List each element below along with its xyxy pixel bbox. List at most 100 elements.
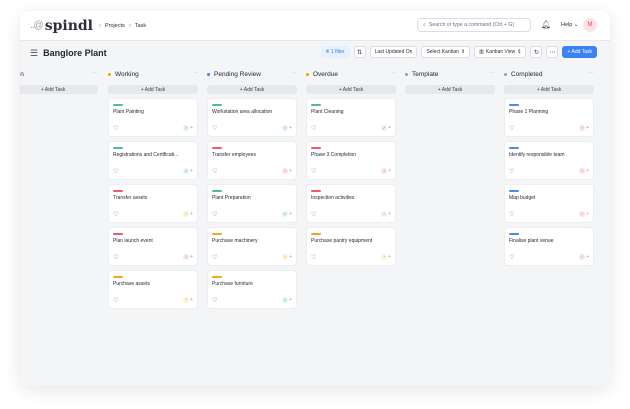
column-more-icon[interactable]: ⋯ (193, 70, 198, 76)
avatar[interactable]: M (583, 18, 597, 32)
sort-order-button[interactable]: ⇅ (353, 46, 366, 58)
add-assignee-icon[interactable]: + (388, 168, 391, 174)
task-card[interactable]: Plant Cleaning ♡ ✓ + (306, 98, 396, 137)
task-title: Plan launch event (113, 237, 153, 244)
add-assignee-icon[interactable]: + (190, 297, 193, 303)
add-assignee-icon[interactable]: + (388, 211, 391, 217)
column-add-task-button[interactable]: + Add Task (108, 85, 198, 94)
task-card[interactable]: Workstation area allocation ♡ ✓ + (207, 98, 297, 137)
add-assignee-icon[interactable]: + (190, 254, 193, 260)
add-assignee-icon[interactable]: + (289, 254, 292, 260)
heart-icon[interactable]: ♡ (311, 168, 316, 175)
add-assignee-icon[interactable]: + (289, 125, 292, 131)
add-assignee-icon[interactable]: + (190, 211, 193, 217)
task-card[interactable]: Phase 3 Completion ♡! + (306, 141, 396, 180)
heart-icon[interactable]: ♡ (212, 254, 217, 261)
status-dot-icon (108, 72, 111, 76)
task-card[interactable]: Registrations and Certificati... ♡ ✓ + (108, 141, 198, 180)
task-status: ✓ + (183, 125, 193, 131)
task-card[interactable]: Transfer employees ♡! + (207, 141, 297, 180)
task-card[interactable]: Purchase pantry equipment ♡ ◔ + (306, 227, 396, 266)
status-badge-icon: ○ (381, 211, 388, 217)
select-kanban-dropdown[interactable]: Select Kanban ⇕ (421, 46, 471, 58)
task-status: ◔ + (282, 254, 292, 260)
task-card[interactable]: Identify responsible team ♡! + (504, 141, 594, 180)
heart-icon[interactable]: ♡ (113, 168, 118, 175)
heart-icon[interactable]: ♡ (212, 125, 217, 132)
column-more-icon[interactable]: ⋯ (292, 70, 297, 76)
more-button[interactable]: ⋯ (546, 46, 559, 58)
add-assignee-icon[interactable]: + (388, 254, 391, 260)
heart-icon[interactable]: ♡ (212, 297, 217, 304)
status-badge-icon: ✓ (282, 125, 289, 131)
heart-icon[interactable]: ♡ (212, 168, 217, 175)
task-card[interactable]: Purchase machinery ♡ ◔ + (207, 227, 297, 266)
filter-icon: ⩸ (325, 49, 329, 55)
add-assignee-icon[interactable]: + (190, 125, 193, 131)
heart-icon[interactable]: ♡ (113, 125, 118, 132)
add-assignee-icon[interactable]: + (388, 125, 391, 131)
add-task-button[interactable]: + Add Task (562, 46, 597, 58)
heart-icon[interactable]: ♡ (509, 211, 514, 218)
add-assignee-icon[interactable]: + (586, 211, 589, 217)
heart-icon[interactable]: ♡ (212, 211, 217, 218)
heart-icon[interactable]: ♡ (509, 125, 514, 132)
add-assignee-icon[interactable]: + (289, 297, 292, 303)
column-add-task-button[interactable]: + Add Task (207, 85, 297, 94)
refresh-button[interactable]: ↻ (530, 46, 543, 58)
add-assignee-icon[interactable]: + (190, 168, 193, 174)
heart-icon[interactable]: ♡ (311, 211, 316, 218)
task-card[interactable]: Plant Preparation ♡ ✓ + (207, 184, 297, 223)
breadcrumb-projects[interactable]: Projects (105, 23, 125, 29)
heart-icon[interactable]: ♡ (509, 254, 514, 261)
column-completed: Completed ⋯ + Add Task Phase 1 Planning ♡! + I… (504, 67, 594, 266)
task-card[interactable]: Plant Painting ♡ ✓ + (108, 98, 198, 137)
breadcrumb-task[interactable]: Task (135, 23, 146, 29)
task-status: ! + (381, 168, 391, 174)
heart-icon[interactable]: ♡ (113, 254, 118, 261)
task-card[interactable]: Finalise plant venue ♡! + (504, 227, 594, 266)
task-card[interactable]: Phase 1 Planning ♡! + (504, 98, 594, 137)
task-card[interactable]: Plan launch event ♡! + (108, 227, 198, 266)
task-card[interactable]: Inspection activities ♡ ○ + (306, 184, 396, 223)
heart-icon[interactable]: ♡ (311, 254, 316, 261)
search-input[interactable]: ⌕ Search or type a command (Ctrl + G) (417, 18, 531, 32)
toolbar-actions: ⩸ 1 filter ⇅ Last Updated On Select Kanb… (320, 46, 597, 58)
task-status: ! + (282, 168, 292, 174)
filter-button[interactable]: ⩸ 1 filter (320, 46, 350, 58)
menu-icon[interactable]: ☰ (30, 48, 38, 59)
add-assignee-icon[interactable]: + (289, 211, 292, 217)
column-pending-review: Pending Review ⋯ + Add Task Workstation are… (207, 67, 297, 309)
add-assignee-icon[interactable]: + (586, 254, 589, 260)
task-card[interactable]: Transfer assets ♡ ◔ + (108, 184, 198, 223)
logo[interactable]: ..@ spindl (30, 18, 93, 34)
column-more-icon[interactable]: ⋯ (490, 70, 495, 76)
chevron-right-icon: › (128, 22, 131, 29)
column-header: Template ⋯ (405, 67, 495, 81)
heart-icon[interactable]: ♡ (113, 297, 118, 304)
help-menu[interactable]: Help ⌄ (561, 22, 578, 28)
heart-icon[interactable]: ♡ (509, 168, 514, 175)
add-assignee-icon[interactable]: + (586, 125, 589, 131)
sort-button[interactable]: Last Updated On (369, 46, 418, 58)
kanban-view-dropdown[interactable]: ▥ Kanban View ⇕ (474, 46, 527, 58)
task-status: ◔ + (183, 297, 193, 303)
task-card[interactable]: Map budget ♡! + (504, 184, 594, 223)
column-header: Completed ⋯ (504, 67, 594, 81)
column-add-task-button[interactable]: + Add Task (306, 85, 396, 94)
add-assignee-icon[interactable]: + (586, 168, 589, 174)
bell-icon[interactable]: 🔔︎ (541, 20, 551, 29)
heart-icon[interactable]: ♡ (311, 125, 316, 132)
column-add-task-button[interactable]: + Add Task (405, 85, 495, 94)
task-card[interactable]: Purchase furniture ♡ ✓ + (207, 270, 297, 309)
column-more-icon[interactable]: ⋯ (391, 70, 396, 76)
add-assignee-icon[interactable]: + (289, 168, 292, 174)
task-card[interactable]: Purchase assets ♡ ◔ + (108, 270, 198, 309)
column-more-icon[interactable]: ⋯ (589, 70, 594, 76)
heart-icon[interactable]: ♡ (113, 211, 118, 218)
column-add-task-button[interactable]: + Add Task (20, 85, 98, 94)
column-add-task-button[interactable]: + Add Task (504, 85, 594, 94)
column-open: Open ⋯ + Add Task (20, 67, 98, 94)
priority-bar (212, 104, 222, 106)
column-more-icon[interactable]: ⋯ (93, 70, 98, 76)
